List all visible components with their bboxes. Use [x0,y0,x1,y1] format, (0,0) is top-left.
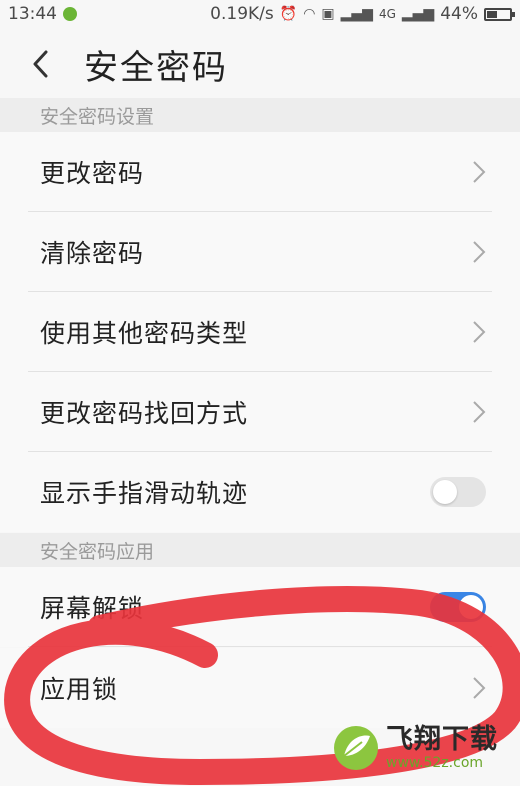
item-label: 清除密码 [40,239,145,268]
toggle-knob [433,480,457,504]
item-label: 更改密码 [40,159,145,188]
watermark: 飞翔下载 www.52z.com [332,716,512,780]
battery-level-fill [487,10,497,18]
notification-app-icon [63,7,77,21]
chevron-right-icon [473,321,486,343]
battery-icon [484,7,515,21]
item-label: 更改密码找回方式 [40,399,249,428]
page-title: 安全密码 [84,47,228,88]
chevron-right-icon [473,241,486,263]
watermark-name: 飞翔下载 [386,724,498,755]
status-bar: 13:44 0.19K/s ⏰ ◠ ▣ ▂▄▆ 4G ▂▄▆ 44% [0,0,520,28]
chevron-right-icon [473,401,486,423]
wifi-icon: ◠ [303,6,316,22]
signal-icon: ▂▄▆ [340,6,373,22]
section-header-password-apps: 安全密码应用 [0,533,520,567]
hd-icon: ▣ [321,6,335,22]
back-arrow-icon[interactable] [10,50,70,78]
screen-unlock-item: 屏幕解锁 [0,567,520,647]
password-recovery-method-item[interactable]: 更改密码找回方式 [0,372,520,452]
item-label: 使用其他密码类型 [40,319,249,348]
section-header-password-settings: 安全密码设置 [0,98,520,132]
signal-type: 4G [378,7,396,21]
show-trail-toggle[interactable] [430,477,486,507]
network-speed: 0.19K/s [210,4,274,24]
battery-percent: 44% [440,4,478,24]
change-password-item[interactable]: 更改密码 [0,132,520,212]
screen-unlock-toggle[interactable] [430,592,486,622]
divider [28,646,492,647]
item-label: 应用锁 [40,675,119,704]
leaf-logo-icon [332,724,380,772]
status-time: 13:44 [8,4,57,24]
alarm-icon: ⏰ [279,6,298,22]
chevron-right-icon [473,677,486,699]
app-header: 安全密码 [0,28,520,100]
other-password-type-item[interactable]: 使用其他密码类型 [0,292,520,372]
item-label: 显示手指滑动轨迹 [40,479,249,508]
item-label: 屏幕解锁 [40,594,145,623]
signal-icon-2: ▂▄▆ [401,6,435,22]
toggle-knob [459,595,483,619]
show-finger-trail-item: 显示手指滑动轨迹 [0,452,520,532]
clear-password-item[interactable]: 清除密码 [0,212,520,292]
chevron-right-icon [473,161,486,183]
watermark-url: www.52z.com [386,755,484,771]
